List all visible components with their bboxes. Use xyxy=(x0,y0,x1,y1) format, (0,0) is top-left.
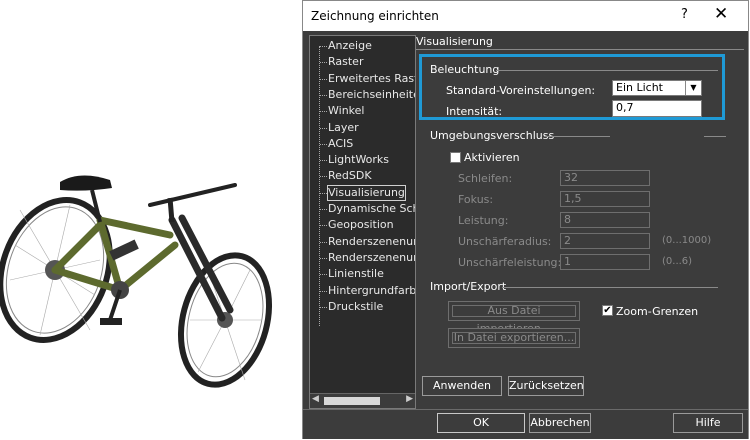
ambient-field-input[interactable]: 2 xyxy=(560,233,650,249)
tree-item[interactable]: Layer xyxy=(328,121,359,135)
tree-item[interactable]: Druckstile xyxy=(328,300,383,314)
import-export-section-line xyxy=(502,287,718,288)
preset-label: Standard-Voreinstellungen: xyxy=(446,84,596,97)
ambient-field-label: Unschärfeleistung: xyxy=(458,256,562,269)
zoom-limits-checkbox[interactable]: ✔ xyxy=(602,305,613,316)
tree-connector-branch xyxy=(320,274,327,276)
activate-label[interactable]: Aktivieren xyxy=(464,151,520,164)
tree-item[interactable]: ACIS xyxy=(328,137,353,151)
scroll-right-icon[interactable]: ▶ xyxy=(406,394,413,404)
tree-connector-branch xyxy=(320,225,327,227)
tree-connector-branch xyxy=(320,306,327,308)
setup-drawing-dialog: Zeichnung einrichten ? ✕ Anzeige Raster Er… xyxy=(302,0,749,439)
activate-checkbox[interactable] xyxy=(450,152,461,163)
ambient-field-input[interactable]: 1 xyxy=(560,254,650,270)
preset-select[interactable]: Ein Licht ▼ xyxy=(612,80,702,96)
ambient-field-label: Schleifen: xyxy=(458,172,513,185)
dialog-titlebar: Zeichnung einrichten ? ✕ xyxy=(303,1,748,31)
import-from-file-button[interactable]: Aus Datei importieren... xyxy=(448,301,580,335)
ambient-field-label: Unschärferadius: xyxy=(458,235,552,248)
help-button[interactable]: Hilfe xyxy=(673,413,743,433)
tree-connector-branch xyxy=(320,78,327,80)
tree-item[interactable]: Erweitertes Raster xyxy=(328,72,415,86)
ambient-field-label: Fokus: xyxy=(458,193,494,206)
panel-header-divider xyxy=(416,49,744,50)
tree-item[interactable]: Renderszenenumgebungen xyxy=(328,251,415,265)
tree-connector-branch xyxy=(320,127,327,129)
lighting-section-title: Beleuchtung xyxy=(430,63,500,76)
intensity-label: Intensität: xyxy=(446,105,503,118)
tree-connector-branch xyxy=(320,46,327,47)
visualization-panel: Visualisierung Beleuchtung Standard-Vore… xyxy=(416,35,744,407)
tree-connector-branch xyxy=(320,160,327,162)
zoom-limits-label[interactable]: Zoom-Grenzen xyxy=(616,305,698,318)
tree-item[interactable]: Linienstile xyxy=(328,267,384,281)
tree-connector-branch xyxy=(320,209,327,210)
lighting-section-line xyxy=(496,70,718,71)
tree-connector-line xyxy=(319,46,320,326)
intensity-input[interactable]: 0,7 xyxy=(612,100,702,117)
panel-header: Visualisierung xyxy=(416,35,493,48)
ambient-section-title: Umgebungsverschluss xyxy=(430,129,555,142)
tree-connector-branch xyxy=(320,241,327,243)
ambient-field-input[interactable]: 8 xyxy=(560,212,650,228)
ok-button[interactable]: OK xyxy=(437,413,525,433)
tree-item[interactable]: Anzeige xyxy=(328,39,372,53)
tree-connector-branch xyxy=(320,192,327,194)
tree-item[interactable]: Raster xyxy=(328,55,363,69)
preset-select-value: Ein Licht xyxy=(616,81,663,94)
tree-item[interactable]: Winkel xyxy=(328,104,364,118)
apply-button[interactable]: Anwenden xyxy=(422,376,502,396)
checkmark-icon: ✔ xyxy=(603,305,612,316)
footer-divider xyxy=(303,409,748,410)
tree-connector-branch xyxy=(320,111,327,113)
scroll-left-icon[interactable]: ◀ xyxy=(312,394,319,404)
reset-button[interactable]: Zurücksetzen xyxy=(508,376,584,396)
tree-connector-branch xyxy=(320,290,327,292)
ambient-section-line xyxy=(544,136,610,137)
tree-item[interactable]: Geoposition xyxy=(328,218,394,232)
import-export-section-title: Import/Export xyxy=(430,280,507,293)
ambient-field-range: (0...1000) xyxy=(662,235,712,246)
help-icon[interactable]: ? xyxy=(681,7,688,22)
tree-connector-branch xyxy=(320,62,327,64)
close-icon[interactable]: ✕ xyxy=(714,4,728,24)
tree-connector-branch xyxy=(320,94,327,96)
scrollbar-thumb[interactable] xyxy=(324,397,380,405)
cancel-button[interactable]: Abbrechen xyxy=(529,413,591,433)
ambient-field-range: (0...6) xyxy=(662,256,693,267)
tree-item[interactable]: Dynamische Schraffur xyxy=(328,202,415,216)
ambient-field-label: Leistung: xyxy=(458,214,509,227)
tree-connector-branch xyxy=(320,176,327,178)
bicycle-model-image xyxy=(0,175,273,388)
ambient-section-line-right xyxy=(704,136,726,137)
category-tree[interactable]: Anzeige Raster Erweitertes Raster Bereichse… xyxy=(309,35,416,409)
export-to-file-button[interactable]: In Datei exportieren... xyxy=(448,328,580,348)
tree-item[interactable]: Visualisierung xyxy=(327,184,406,201)
chevron-down-icon[interactable]: ▼ xyxy=(685,81,701,95)
tree-item[interactable]: RedSDK xyxy=(328,169,372,183)
tree-item[interactable]: Bereichseinheiten xyxy=(328,88,415,102)
tree-connector-branch xyxy=(320,257,327,259)
tree-item[interactable]: Hintergrundfarbe xyxy=(328,284,415,298)
tree-connector-branch xyxy=(320,143,327,145)
tree-item[interactable]: Renderszenenumgebung xyxy=(328,235,415,249)
ambient-field-input[interactable]: 32 xyxy=(560,170,650,186)
dialog-footer: OK Abbrechen Hilfe xyxy=(303,409,748,439)
dialog-title: Zeichnung einrichten xyxy=(311,9,439,23)
ambient-field-input[interactable]: 1,5 xyxy=(560,191,650,207)
tree-horizontal-scrollbar[interactable]: ◀ ▶ xyxy=(310,393,415,408)
tree-item[interactable]: LightWorks xyxy=(328,153,389,167)
